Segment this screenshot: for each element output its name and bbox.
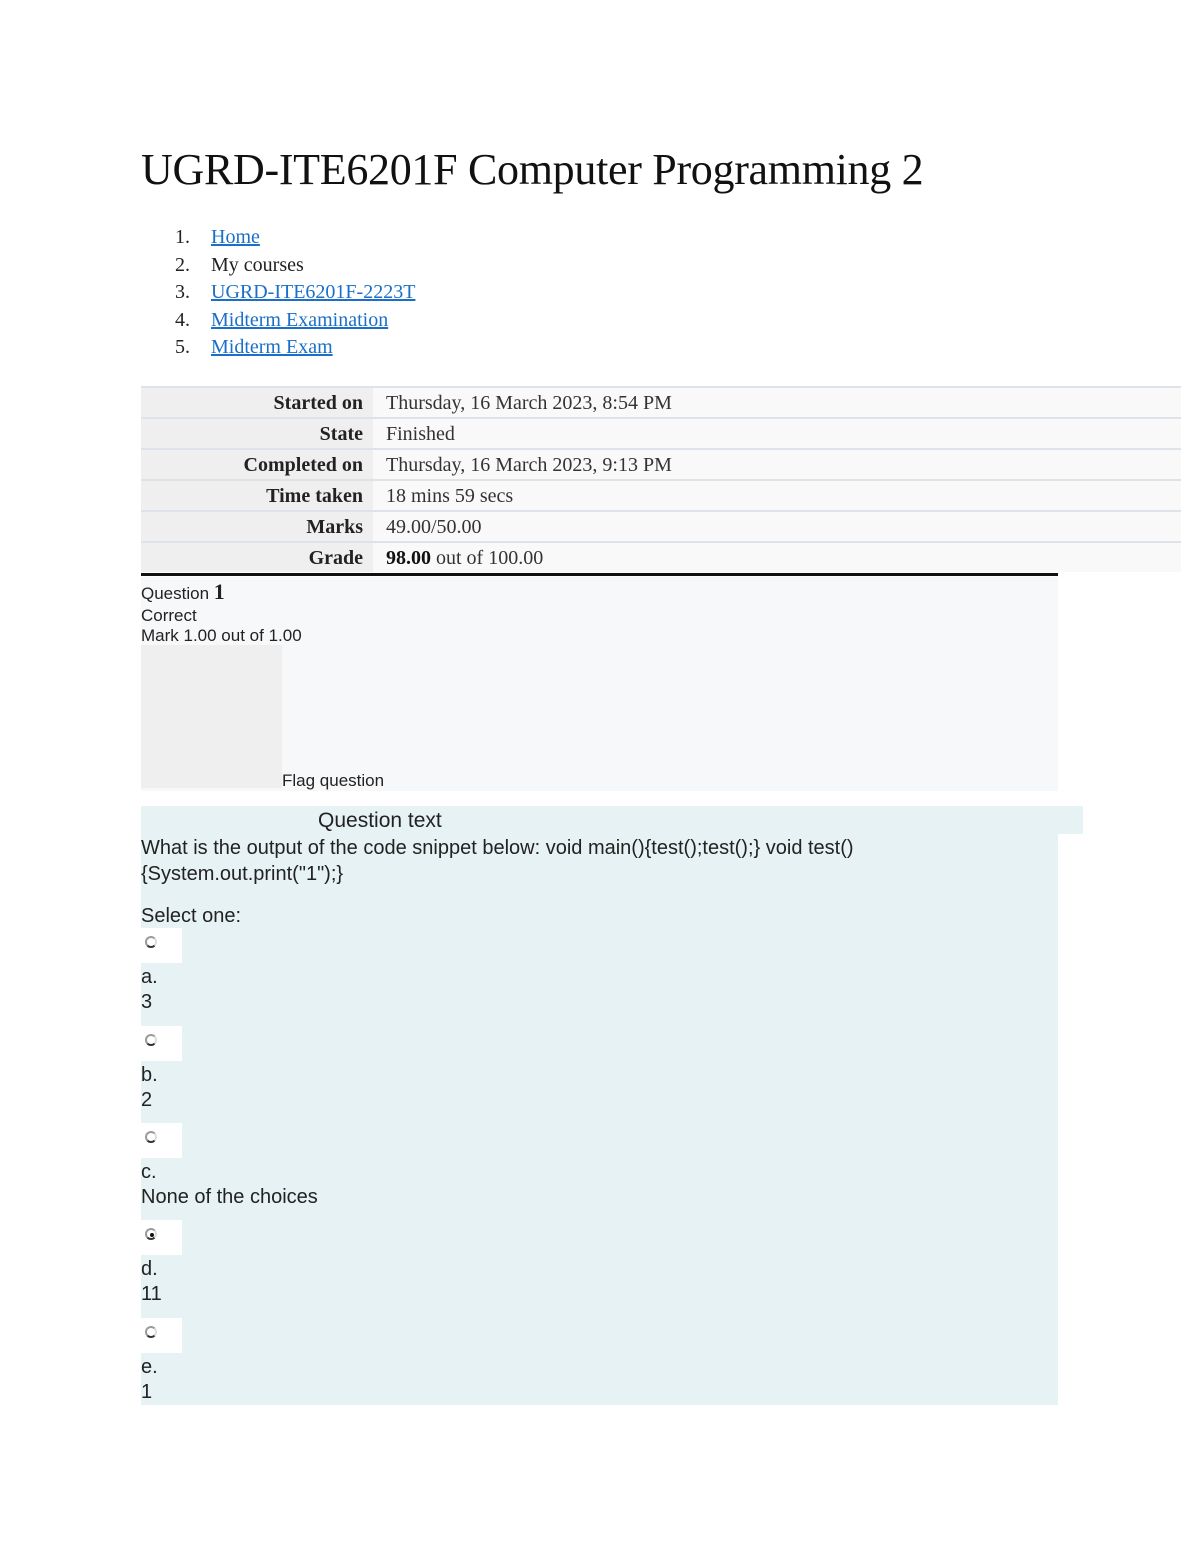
breadcrumb-item-midterm-examination: 4. Midterm Examination bbox=[141, 307, 415, 335]
page-title: UGRD-ITE6201F Computer Programming 2 bbox=[141, 145, 924, 194]
radio-container bbox=[141, 1220, 182, 1255]
breadcrumb-item-home: 1. Home bbox=[141, 224, 415, 252]
divider bbox=[141, 573, 1058, 576]
breadcrumb: 1. Home 2. My courses 3. UGRD-ITE6201F-2223… bbox=[141, 224, 415, 362]
summary-label: Completed on bbox=[141, 450, 373, 479]
breadcrumb-text-my-courses: My courses bbox=[211, 253, 304, 276]
answer-letter: a. bbox=[141, 966, 158, 988]
breadcrumb-item-course: 3. UGRD-ITE6201F-2223T bbox=[141, 279, 415, 307]
breadcrumb-number: 1. bbox=[175, 226, 190, 248]
breadcrumb-link-course[interactable]: UGRD-ITE6201F-2223T bbox=[211, 281, 415, 303]
summary-value: 49.00/50.00 bbox=[373, 512, 1181, 541]
answer-text: 2 bbox=[141, 1089, 153, 1111]
answer-letter: d. bbox=[141, 1258, 158, 1280]
question-text: What is the output of the code snippet b… bbox=[141, 837, 854, 885]
breadcrumb-number: 2. bbox=[175, 253, 190, 276]
summary-row-grade: Grade 98.00 out of 100.00 bbox=[141, 541, 1181, 572]
answer-text: 3 bbox=[141, 991, 153, 1013]
summary-label: Marks bbox=[141, 512, 373, 541]
select-one-prompt: Select one: bbox=[141, 905, 242, 927]
summary-row-completed-on: Completed on Thursday, 16 March 2023, 9:… bbox=[141, 448, 1181, 479]
summary-row-state: State Finished bbox=[141, 417, 1181, 448]
summary-value: Finished bbox=[373, 419, 1181, 448]
summary-label: Grade bbox=[141, 543, 373, 572]
question-state: Correct bbox=[141, 606, 197, 625]
radio-container bbox=[141, 1318, 182, 1353]
question-info: Question 1 Correct Mark 1.00 out of 1.00… bbox=[141, 577, 1058, 791]
radio-button[interactable] bbox=[145, 1131, 157, 1143]
question-text-heading: Question text bbox=[317, 806, 1083, 834]
breadcrumb-number: 4. bbox=[175, 308, 190, 331]
summary-value: Thursday, 16 March 2023, 9:13 PM bbox=[373, 450, 1181, 479]
radio-button[interactable] bbox=[145, 1034, 157, 1046]
radio-container bbox=[141, 928, 182, 963]
summary-label: Time taken bbox=[141, 481, 373, 510]
breadcrumb-link-home[interactable]: Home bbox=[211, 226, 260, 248]
summary-row-time-taken: Time taken 18 mins 59 secs bbox=[141, 479, 1181, 510]
radio-container bbox=[141, 1026, 182, 1061]
answer-letter: b. bbox=[141, 1064, 158, 1086]
summary-label: State bbox=[141, 419, 373, 448]
breadcrumb-item-midterm-exam: 5. Midterm Exam bbox=[141, 334, 415, 362]
question-number: Question 1 bbox=[141, 580, 225, 606]
breadcrumb-number: 3. bbox=[175, 281, 190, 303]
summary-row-marks: Marks 49.00/50.00 bbox=[141, 510, 1181, 541]
grade-score: 98.00 bbox=[386, 547, 431, 569]
question-mark: Mark 1.00 out of 1.00 bbox=[141, 626, 302, 645]
question-content: Question text What is the output of the … bbox=[141, 806, 1083, 1405]
answer-letter: e. bbox=[141, 1356, 158, 1378]
breadcrumb-link-midterm-examination[interactable]: Midterm Examination bbox=[211, 309, 388, 331]
question-prefix: Question bbox=[141, 584, 214, 603]
summary-value: 18 mins 59 secs bbox=[373, 481, 1181, 510]
answer-text: 1 bbox=[141, 1381, 153, 1403]
radio-container bbox=[141, 1123, 182, 1158]
breadcrumb-item-my-courses: 2. My courses bbox=[141, 252, 415, 280]
answer-text: None of the choices bbox=[141, 1186, 318, 1208]
summary-label: Started on bbox=[141, 388, 373, 417]
question-number-value: 1 bbox=[213, 579, 225, 604]
flag-icon[interactable] bbox=[141, 645, 282, 788]
radio-button[interactable] bbox=[145, 1326, 157, 1338]
summary-value: Thursday, 16 March 2023, 8:54 PM bbox=[373, 388, 1181, 417]
summary-row-started-on: Started on Thursday, 16 March 2023, 8:54… bbox=[141, 386, 1181, 417]
radio-button-selected[interactable] bbox=[145, 1228, 157, 1240]
answer-letter: c. bbox=[141, 1161, 157, 1183]
breadcrumb-number: 5. bbox=[175, 336, 190, 358]
radio-button[interactable] bbox=[145, 936, 157, 948]
breadcrumb-link-midterm-exam[interactable]: Midterm Exam bbox=[211, 336, 333, 358]
answer-text: 11 bbox=[141, 1283, 162, 1305]
grade-suffix: out of 100.00 bbox=[431, 547, 544, 569]
flag-question-button[interactable]: Flag question bbox=[282, 771, 384, 791]
summary-value: 98.00 out of 100.00 bbox=[373, 543, 1181, 572]
attempt-summary-table: Started on Thursday, 16 March 2023, 8:54… bbox=[141, 386, 1181, 572]
